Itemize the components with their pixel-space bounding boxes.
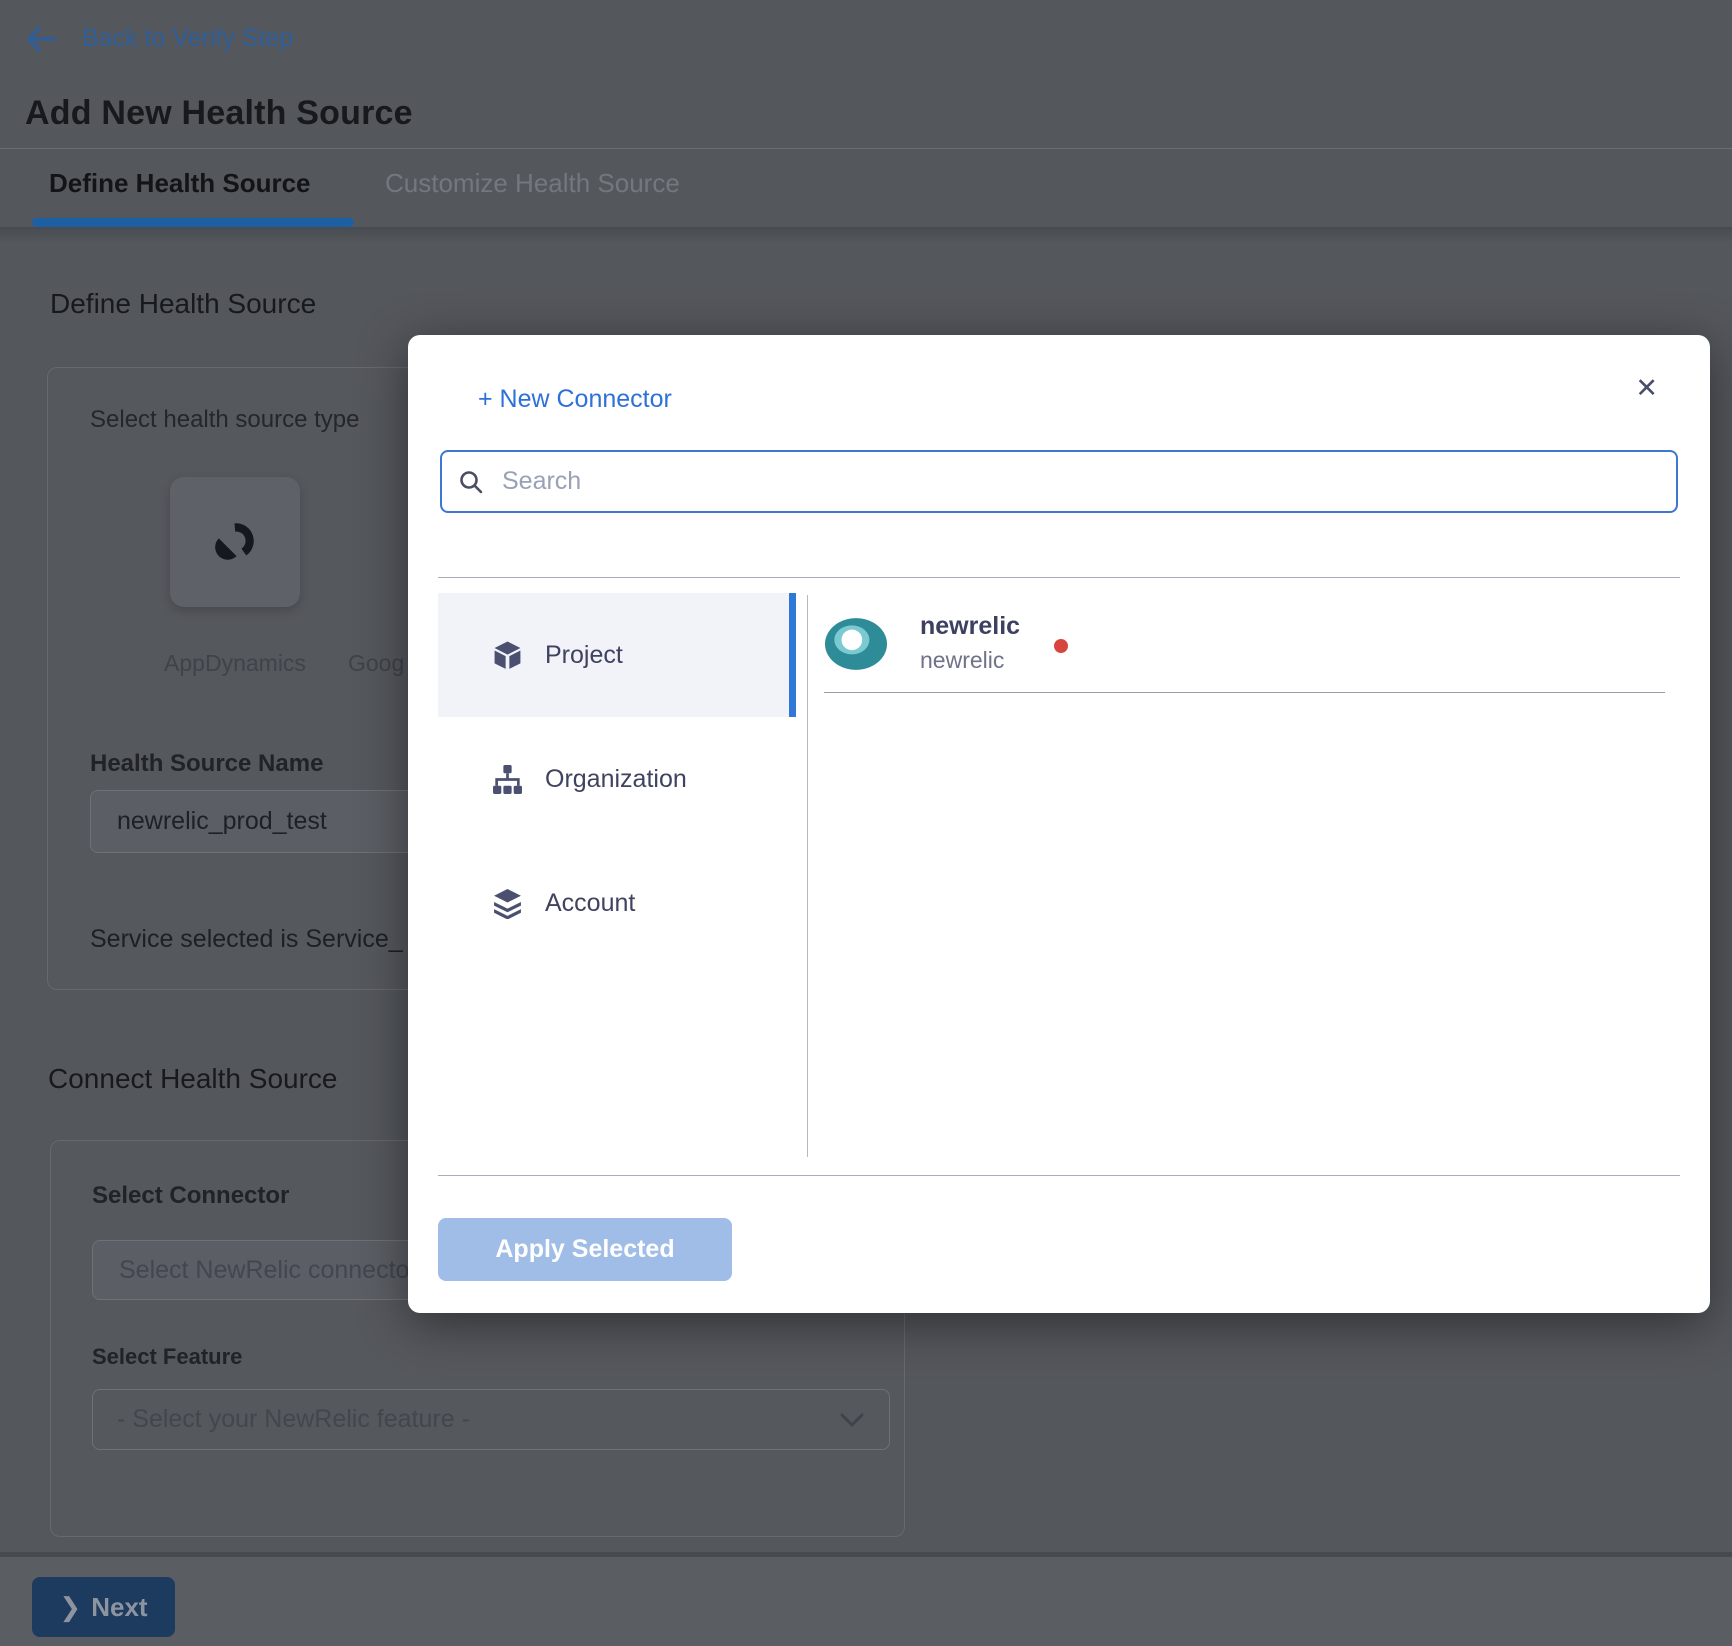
app-window: Back to Verify Step Add New Health Sourc…: [0, 0, 1732, 1646]
tile-label-google-truncated: Goog: [348, 650, 404, 677]
scope-label: Project: [545, 641, 623, 670]
apply-selected-button[interactable]: Apply Selected: [438, 1218, 732, 1281]
back-to-verify-link[interactable]: Back to Verify Step: [82, 24, 293, 53]
connect-section-heading: Connect Health Source: [48, 1063, 338, 1095]
tile-label-appdynamics: AppDynamics: [157, 650, 313, 677]
active-scope-indicator: [789, 593, 796, 717]
scope-list: Project Organization Ac: [438, 593, 796, 965]
back-link-row[interactable]: Back to Verify Step: [26, 24, 293, 53]
health-source-name-label: Health Source Name: [90, 750, 323, 778]
select-connector-label: Select Connector: [92, 1182, 289, 1210]
new-connector-link[interactable]: + New Connector: [478, 385, 672, 414]
next-button-label: Next: [91, 1592, 147, 1623]
connector-name: newrelic: [920, 612, 1020, 641]
tab-define-health-source[interactable]: Define Health Source: [49, 168, 311, 199]
arrow-left-icon: [26, 26, 56, 52]
connector-search-field[interactable]: [440, 450, 1678, 513]
select-feature-label: Select Feature: [92, 1344, 242, 1370]
scope-item-project[interactable]: Project: [438, 593, 796, 717]
search-icon: [458, 469, 484, 495]
chevron-right-icon: ❯: [59, 1592, 81, 1623]
health-source-tile-appdynamics[interactable]: [170, 477, 300, 607]
modal-divider-top: [438, 577, 1680, 578]
define-section-heading: Define Health Source: [50, 288, 316, 320]
active-tab-underline: [32, 218, 354, 227]
layers-icon: [492, 888, 523, 919]
appdynamics-icon: [211, 518, 259, 566]
page-title: Add New Health Source: [25, 94, 413, 133]
org-chart-icon: [492, 764, 523, 795]
service-selected-note: Service selected is Service_: [90, 925, 403, 954]
search-input[interactable]: [500, 466, 1660, 497]
panel-divider: [807, 595, 808, 1157]
scope-label: Organization: [545, 765, 687, 794]
cube-icon: [492, 640, 523, 671]
newrelic-icon: [825, 618, 887, 670]
close-icon[interactable]: ✕: [1635, 375, 1658, 402]
scope-item-account[interactable]: Account: [438, 841, 796, 965]
next-button[interactable]: ❯ Next: [32, 1577, 175, 1637]
status-dot: [1054, 639, 1068, 653]
connector-row-divider: [824, 692, 1665, 693]
scope-label: Account: [545, 889, 635, 918]
connector-id: newrelic: [920, 647, 1004, 674]
tab-customize-health-source[interactable]: Customize Health Source: [385, 168, 680, 199]
select-feature-placeholder: - Select your NewRelic feature -: [117, 1405, 839, 1434]
chevron-down-icon: [839, 1412, 865, 1428]
footer-band: [0, 1557, 1732, 1646]
source-type-label: Select health source type: [90, 406, 360, 434]
header-divider: [0, 148, 1732, 149]
connector-select-modal: + New Connector ✕ Project: [408, 335, 1710, 1313]
tabbar-shadow: [0, 227, 1732, 243]
modal-divider-bottom: [438, 1175, 1680, 1176]
select-feature-dropdown[interactable]: - Select your NewRelic feature -: [92, 1389, 890, 1450]
scope-item-organization[interactable]: Organization: [438, 717, 796, 841]
